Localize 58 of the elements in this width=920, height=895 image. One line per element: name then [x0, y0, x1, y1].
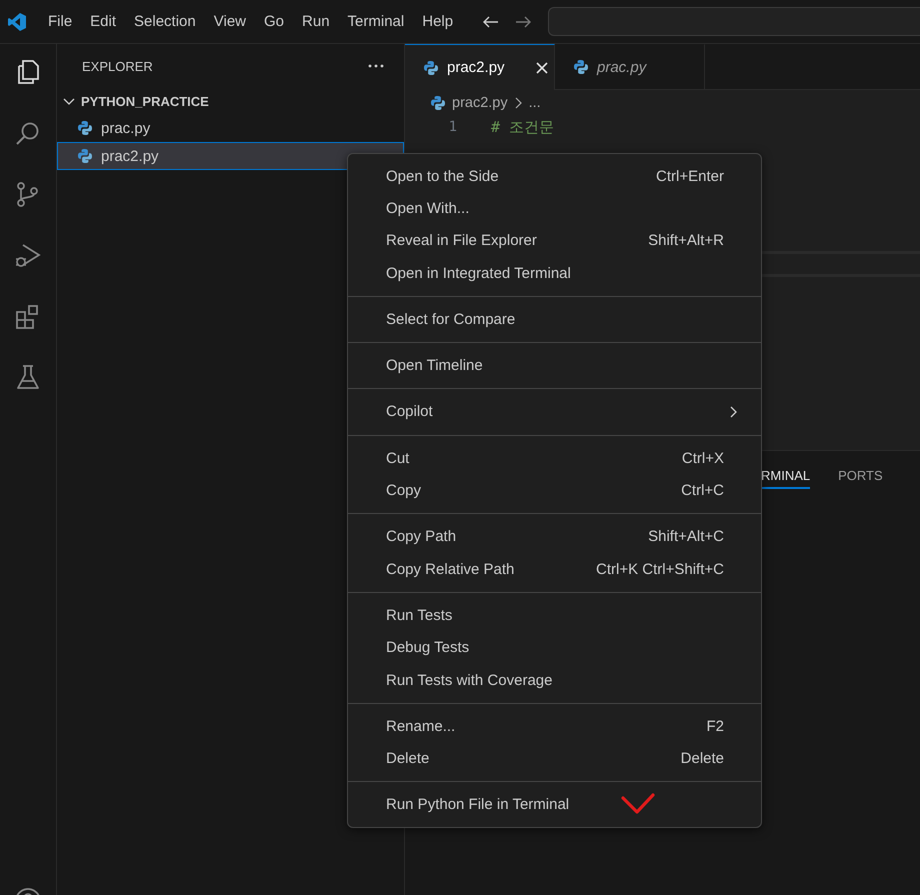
breadcrumb-item[interactable]: prac2.py — [452, 95, 508, 111]
shortcut-text: F2 — [706, 718, 724, 735]
menu-item[interactable]: Run Tests with Coverage — [348, 664, 761, 696]
menu-item[interactable]: Open in Integrated Terminal — [348, 256, 761, 290]
editor-tab[interactable]: prac2.py — [405, 44, 555, 90]
menu-bar-item[interactable]: View — [204, 8, 255, 36]
python-file-icon — [573, 59, 589, 75]
panel-title: EXPLORER — [82, 58, 153, 74]
menu-item[interactable]: Copy Path Shift+Alt+C — [348, 520, 761, 553]
breadcrumb-item[interactable]: ... — [528, 95, 541, 111]
menu-item[interactable]: Run Python File in Terminal — [348, 788, 761, 822]
python-file-icon — [77, 120, 93, 136]
menu-bar-item[interactable]: Help — [413, 8, 462, 36]
menu-item[interactable]: Copy Ctrl+C — [348, 474, 761, 507]
shortcut-text: Ctrl+K Ctrl+Shift+C — [596, 560, 724, 578]
menu-item[interactable]: Run Tests — [348, 599, 761, 632]
folder-item[interactable]: PYTHON_PRACTICE — [57, 88, 404, 114]
shortcut-text: Ctrl+X — [682, 450, 724, 467]
shortcut-text: Shift+Alt+C — [648, 528, 724, 546]
vscode-logo-icon — [7, 12, 27, 32]
menu-item[interactable]: Copilot — [348, 396, 761, 428]
menu-item[interactable]: Reveal in File Explorer Shift+Alt+R — [348, 224, 761, 257]
play-bug-icon[interactable] — [14, 242, 42, 270]
close-icon[interactable] — [534, 60, 549, 74]
menu-item[interactable]: Cut Ctrl+X — [348, 442, 761, 474]
explorer-row[interactable]: prac.py — [57, 114, 404, 142]
search-field[interactable] — [548, 7, 920, 36]
shortcut-text: Ctrl+Enter — [656, 168, 724, 185]
flask-icon[interactable] — [14, 364, 42, 392]
menu-bar-item[interactable]: Terminal — [338, 8, 414, 36]
menu-bar-item[interactable]: Selection — [125, 8, 205, 36]
menu-bar-item[interactable]: Run — [293, 8, 339, 36]
explorer-row[interactable]: prac2.py — [57, 142, 404, 170]
editor-tab[interactable]: prac.py — [555, 44, 705, 89]
menu-item[interactable]: Delete Delete — [348, 742, 761, 775]
menu-bar-item[interactable]: Edit — [81, 8, 126, 36]
line-number: 1 — [448, 119, 457, 135]
shortcut-text: Delete — [680, 750, 724, 768]
python-file-icon — [423, 60, 439, 76]
tab-label: prac2.py — [447, 59, 505, 76]
handwritten-check-mark — [620, 793, 656, 815]
python-file-icon — [77, 148, 93, 164]
code-text: # 조건문 — [491, 118, 554, 136]
shortcut-text: Shift+Alt+R — [648, 232, 724, 250]
panel-tab[interactable]: PORTS — [838, 462, 883, 488]
menu-bar-item[interactable]: Go — [255, 8, 294, 36]
tab-label: prac.py — [597, 58, 646, 76]
more-actions-icon[interactable] — [367, 64, 385, 68]
menu-bar-item[interactable]: File — [39, 8, 82, 36]
menu-item[interactable]: Debug Tests — [348, 632, 761, 664]
python-file-icon — [430, 95, 446, 111]
menu-item[interactable]: Open With... — [348, 192, 761, 225]
shortcut-text: Ctrl+C — [681, 482, 724, 500]
menu-item[interactable]: Rename... F2 — [348, 710, 761, 742]
menu-item[interactable]: Copy Relative Path Ctrl+K Ctrl+Shift+C — [348, 552, 761, 586]
menu-item[interactable]: Select for Compare — [348, 303, 761, 336]
chevron-icon — [514, 97, 523, 109]
menu-item[interactable]: Open Timeline — [348, 349, 761, 382]
